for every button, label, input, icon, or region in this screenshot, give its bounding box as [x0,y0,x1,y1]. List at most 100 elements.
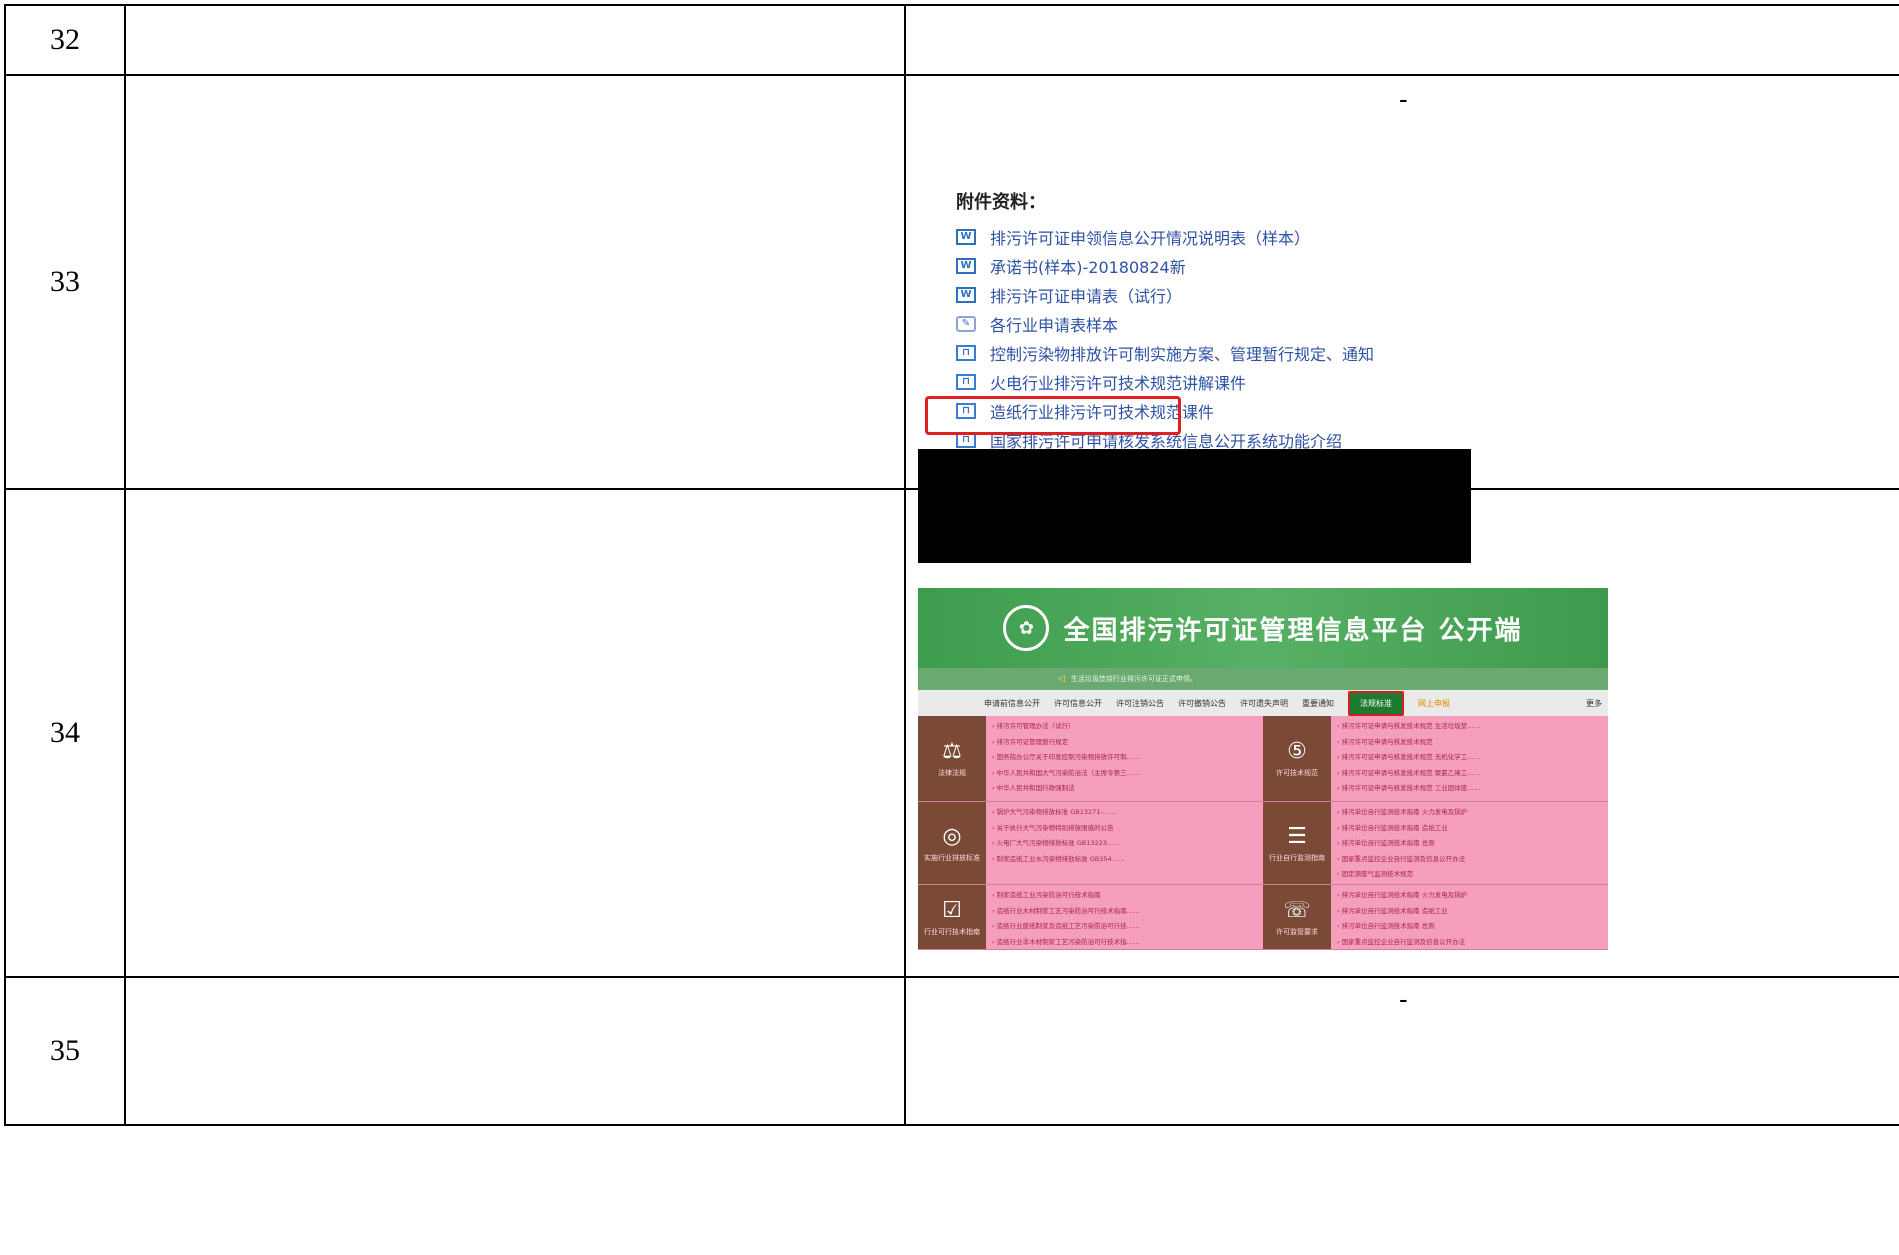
section-label: 许可技术规范 [1276,769,1318,777]
section-label: 许可监管要求 [1276,927,1318,936]
dash-mark: - [1399,984,1408,1014]
regulation-link[interactable]: 固定源废气监测技术规范 [1337,867,1467,883]
regulation-link[interactable]: 国务院办公厅关于印发控制污染物排放许可制…… [992,750,1140,766]
regulation-link[interactable]: 排污单位自行监测技术指南 火力发电及锅炉 [1337,888,1468,904]
section-links: 制浆造纸工业污染防治可行技术指南 造纸行业木材制浆工艺污染防治可行技术指南…… … [986,885,1146,949]
regulation-link[interactable]: 排污许可证申请与核发技术规范 生活垃圾焚…… [1337,719,1481,735]
signal-icon: ◎ [942,823,962,849]
table-row: 35 - [4,976,1899,1126]
section-label: 行业自行监测指南 [1269,853,1325,862]
document-table: 32 33 - 附件资料： W 排污许可证申领信息公开情况说明表（样本） W 承诺书… [4,4,1899,1126]
attachment-label: 各行业申请表样本 [990,315,1119,335]
attachment-item[interactable]: ⊓ 控制污染物排放许可制实施方案、管理暂行规定、通知 [918,338,1748,367]
section-links: 排污单位自行监测技术指南 火力发电及锅炉 排污单位自行监测技术指南 造纸工业 排… [1331,802,1473,884]
screenshot-cell: ✿ 全国排污许可证管理信息平台 公开端 ◁ 生活垃圾焚烧行业排污许可证正式申领。… [904,488,1899,978]
right-column: ⑤ 许可技术规范 排污许可证申请与核发技术规范 生活垃圾焚…… 排污许可证申请与核… [1263,716,1608,951]
platform-nav: 申请前信息公开 许可信息公开 许可注销公告 许可撤销公告 许可遗失声明 重要通知… [918,690,1608,716]
regulation-link[interactable]: 国家重点监控企业自行监测及信息公开办法 [1337,852,1467,868]
section-side[interactable]: ⚖ 法律法规 [918,716,986,801]
dash-mark: - [1399,84,1408,114]
table-row: 34 ✿ 全国排污许可证管理信息平台 公开端 ◁ 生活垃圾焚烧行业排污许可证正式… [4,488,1899,978]
regulation-link[interactable]: 排污许可证管理暂行规定 [992,735,1140,751]
attachment-item[interactable]: W 排污许可证申请表（试行） [918,280,1748,309]
speaker-icon: ◁ [1058,674,1065,684]
platform-banner: ✿ 全国排污许可证管理信息平台 公开端 [918,588,1608,668]
section-block: ☰ 行业自行监测指南 排污单位自行监测技术指南 火力发电及锅炉 排污单位自行监测技… [1263,802,1608,885]
nav-item[interactable]: 许可信息公开 [1054,698,1102,709]
attachment-label: 排污许可证申请表（试行） [990,286,1183,306]
nav-item[interactable]: 申请前信息公开 [984,698,1040,709]
section-block: ☑ 行业可行技术指南 制浆造纸工业污染防治可行技术指南 造纸行业木材制浆工艺污染防… [918,885,1263,950]
regulation-link[interactable]: 国家重点监控企业自行监测及信息公开办法 [1337,935,1467,951]
regulation-link[interactable]: 锅炉大气污染物排放标准 GB13271-…… [992,805,1125,821]
regulation-link[interactable]: 排污许可管理办法（试行） [992,719,1140,735]
report-icon: ☰ [1287,823,1307,849]
nav-item[interactable]: 许可遗失声明 [1240,698,1288,709]
regulation-link[interactable]: 制浆造纸工业污染防治可行技术指南 [992,888,1140,904]
section-label: 实施行业排放标准 [924,853,980,862]
nav-item[interactable]: 网上申报 [1418,698,1450,709]
regulation-link[interactable]: 排污单位自行监测技术指南 火力发电及锅炉 [1337,805,1468,821]
license-icon: ⑤ [1287,739,1307,764]
regulation-link[interactable]: 造纸行业木材制浆工艺污染防治可行技术指南…… [992,904,1140,920]
regulation-link[interactable]: 排污许可证申请与核发技术规范 [1337,735,1480,751]
screenshot-cell [904,4,1899,76]
nav-item-active[interactable]: 法规标准 [1348,690,1404,716]
attachment-label: 控制污染物排放许可制实施方案、管理暂行规定、通知 [990,344,1375,364]
highlight-box [925,396,1181,435]
section-side[interactable]: ⑤ 许可技术规范 [1263,716,1331,801]
section-side[interactable]: ◎ 实施行业排放标准 [918,802,986,884]
attachment-item[interactable]: ⊓ 火电行业排污许可技术规范讲解课件 [918,367,1748,396]
regulation-link[interactable]: 火电厂大气污染物排放标准 GB13223…… [992,836,1125,852]
screenshot-cell: - 附件资料： W 排污许可证申领信息公开情况说明表（样本） W 承诺书(样本)-2… [904,74,1899,563]
table-row: 33 - 附件资料： W 排污许可证申领信息公开情况说明表（样本） W 承诺书(样本… [4,74,1899,563]
section-label: 法律法规 [938,769,966,777]
regulation-link[interactable]: 中华人民共和国行政强制法 [992,781,1140,797]
regulation-link[interactable]: 排污许可证申请与核发技术规范 工业固体废…… [1337,781,1481,797]
regulation-grid: ⚖ 法律法规 排污许可管理办法（试行） 排污许可证管理暂行规定 国务院办公厅关于印… [918,716,1608,951]
nav-item[interactable]: 许可注销公告 [1116,698,1164,709]
edit-icon: ✎ [956,315,976,332]
regulation-link[interactable]: 排污单位自行监测技术指南 造纸工业 [1337,821,1467,837]
description-cell [124,976,906,1126]
section-block: ⚖ 法律法规 排污许可管理办法（试行） 排污许可证管理暂行规定 国务院办公厅关于印… [918,716,1263,802]
section-links: 锅炉大气污染物排放标准 GB13271-…… 关于执行大气污染物特别排放限值的公… [986,802,1131,884]
table-row: 32 [4,4,1899,76]
description-cell [124,74,906,490]
regulation-link[interactable]: 排污许可证申请与核发技术规范 无机化学工…… [1337,750,1481,766]
nav-item[interactable]: 许可撤销公告 [1178,698,1226,709]
attachment-item[interactable]: ✎ 各行业申请表样本 [918,309,1748,338]
attachment-item[interactable]: W 承诺书(样本)-20180824新 [918,251,1748,280]
word-doc-icon: W [956,228,976,245]
row-number: 35 [4,976,126,1126]
checklist-icon: ☑ [942,897,962,923]
regulation-link[interactable]: 关于执行大气污染物特别排放限值的公告 [992,821,1125,837]
section-links: 排污许可证申请与核发技术规范 生活垃圾焚…… 排污许可证申请与核发技术规范 排污… [1331,716,1486,801]
nav-more[interactable]: 更多 [1586,698,1602,709]
row-number: 33 [4,74,126,490]
section-side[interactable]: ☏ 许可监管要求 [1263,885,1331,949]
attachment-label: 承诺书(样本)-20180824新 [990,257,1186,277]
regulation-link[interactable]: 造纸行业非木材制浆工艺污染防治可行技术指…… [992,935,1140,951]
regulation-link[interactable]: 排污单位自行监测技术指南 总则 [1337,836,1467,852]
row-number: 32 [4,4,126,76]
regulation-link[interactable]: 排污单位自行监测技术指南 总则 [1337,919,1467,935]
regulation-link[interactable]: 中华人民共和国大气污染防治法（主席令第三…… [992,766,1140,782]
platform-title: 全国排污许可证管理信息平台 公开端 [1063,615,1523,646]
regulation-link[interactable]: 排污许可证申请与核发技术规范 聚氯乙烯工…… [1337,766,1481,782]
section-label: 行业可行技术指南 [924,927,980,936]
left-column: ⚖ 法律法规 排污许可管理办法（试行） 排污许可证管理暂行规定 国务院办公厅关于印… [918,716,1263,950]
nav-item[interactable]: 重要通知 [1302,698,1334,709]
section-side[interactable]: ☰ 行业自行监测指南 [1263,802,1331,884]
regulation-link[interactable]: 排污单位自行监测技术指南 造纸工业 [1337,904,1467,920]
section-block: ⑤ 许可技术规范 排污许可证申请与核发技术规范 生活垃圾焚…… 排污许可证申请与核… [1263,716,1608,802]
attachment-item[interactable]: W 排污许可证申领信息公开情况说明表（样本） [918,222,1748,251]
description-cell [124,488,906,978]
word-doc-icon: W [956,286,976,303]
word-doc-icon: W [956,257,976,274]
section-side[interactable]: ☑ 行业可行技术指南 [918,885,986,949]
description-cell [124,4,906,76]
regulation-link[interactable]: 造纸行业废纸制浆及造纸工艺污染防治可行技…… [992,919,1140,935]
book-icon: ⊓ [956,373,976,390]
regulation-link[interactable]: 制浆造纸工业水污染物排放标准 GB354…… [992,852,1125,868]
